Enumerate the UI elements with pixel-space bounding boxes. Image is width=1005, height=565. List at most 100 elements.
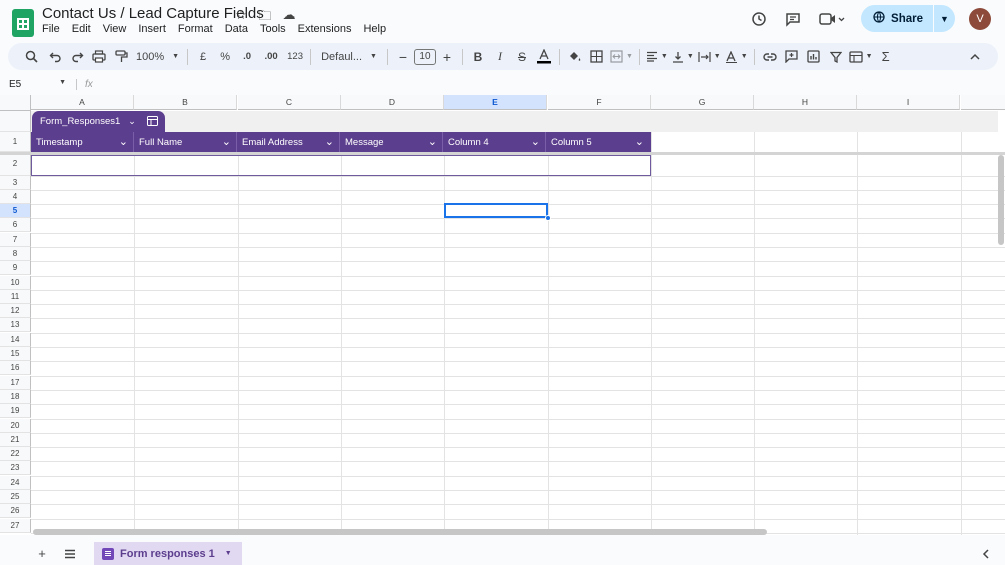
- share-main[interactable]: Share: [861, 5, 933, 32]
- filter-icon[interactable]: [825, 46, 847, 68]
- redo-icon[interactable]: [66, 46, 88, 68]
- table-empty-row[interactable]: [31, 155, 651, 176]
- column-header-c[interactable]: C: [238, 95, 341, 110]
- text-wrapping-icon[interactable]: ▼: [696, 46, 723, 68]
- menu-tools[interactable]: Tools: [260, 23, 286, 35]
- row-header-4[interactable]: 4: [0, 190, 31, 204]
- column-header-a[interactable]: A: [31, 95, 134, 110]
- table-menu-chevron-icon[interactable]: ⌄: [128, 116, 136, 127]
- sheet-tab-dropdown-icon[interactable]: ▼: [225, 550, 232, 557]
- table-column-header[interactable]: Email Address ⌄: [237, 132, 340, 152]
- row-header-17[interactable]: 17: [0, 376, 31, 390]
- row-header-3[interactable]: 3: [0, 176, 31, 190]
- column-dropdown-chevron-icon[interactable]: ⌄: [531, 137, 540, 148]
- functions-icon[interactable]: Σ: [875, 46, 897, 68]
- table-column-header[interactable]: Column 5 ⌄: [546, 132, 649, 152]
- document-title[interactable]: Contact Us / Lead Capture Fields: [42, 5, 264, 22]
- increase-font-size-icon[interactable]: +: [436, 46, 458, 68]
- undo-icon[interactable]: [44, 46, 66, 68]
- table-column-header[interactable]: Full Name ⌄: [134, 132, 237, 152]
- row-header-6[interactable]: 6: [0, 218, 31, 232]
- share-button[interactable]: Share ▼: [861, 5, 955, 32]
- percent-format-button[interactable]: %: [214, 46, 236, 68]
- insert-comment-icon[interactable]: [781, 46, 803, 68]
- menu-help[interactable]: Help: [363, 23, 386, 35]
- merge-cells-icon[interactable]: ▼: [608, 46, 635, 68]
- fill-color-icon[interactable]: [564, 46, 586, 68]
- column-dropdown-chevron-icon[interactable]: ⌄: [635, 137, 644, 148]
- row-header-22[interactable]: 22: [0, 447, 31, 461]
- insert-link-icon[interactable]: [759, 46, 781, 68]
- comments-icon[interactable]: [783, 9, 803, 29]
- menu-view[interactable]: View: [103, 23, 127, 35]
- text-color-icon[interactable]: [533, 46, 555, 68]
- more-formats-button[interactable]: 123: [284, 46, 306, 68]
- avatar[interactable]: V: [969, 7, 991, 30]
- menu-format[interactable]: Format: [178, 23, 213, 35]
- table-column-header[interactable]: Message ⌄: [340, 132, 443, 152]
- zoom-select[interactable]: 100% ▼: [132, 46, 183, 68]
- row-header-2[interactable]: 2: [0, 152, 31, 176]
- increase-decimal-button[interactable]: .00: [260, 46, 282, 68]
- row-header-9[interactable]: 9: [0, 261, 31, 275]
- font-size-field[interactable]: 10: [413, 46, 436, 68]
- text-rotation-icon[interactable]: ▼: [723, 46, 750, 68]
- selected-cell[interactable]: [444, 203, 548, 218]
- vertical-align-icon[interactable]: ▼: [670, 46, 696, 68]
- menu-insert[interactable]: Insert: [138, 23, 166, 35]
- meet-call-icon[interactable]: [817, 9, 847, 29]
- row-header-26[interactable]: 26: [0, 504, 31, 518]
- row-header-12[interactable]: 12: [0, 304, 31, 318]
- column-header-e[interactable]: E: [444, 95, 547, 110]
- sheets-logo-icon[interactable]: [12, 9, 34, 37]
- menu-edit[interactable]: Edit: [72, 23, 91, 35]
- row-header-20[interactable]: 20: [0, 419, 31, 433]
- row-header-21[interactable]: 21: [0, 433, 31, 447]
- horizontal-scrollbar[interactable]: [33, 529, 767, 535]
- table-view-icon[interactable]: ▼: [847, 46, 875, 68]
- row-header-15[interactable]: 15: [0, 347, 31, 361]
- row-header-18[interactable]: 18: [0, 390, 31, 404]
- currency-format-button[interactable]: £: [192, 46, 214, 68]
- print-icon[interactable]: [88, 46, 110, 68]
- table-view-icon[interactable]: [140, 113, 164, 129]
- add-sheet-icon[interactable]: +: [32, 544, 52, 564]
- bold-icon[interactable]: B: [467, 46, 489, 68]
- menu-data[interactable]: Data: [225, 23, 248, 35]
- column-dropdown-chevron-icon[interactable]: ⌄: [222, 137, 231, 148]
- collapse-toolbar-icon[interactable]: [964, 46, 986, 68]
- formula-input[interactable]: [93, 76, 1005, 92]
- row-header-23[interactable]: 23: [0, 461, 31, 475]
- column-header-i[interactable]: I: [857, 95, 960, 110]
- row-header-13[interactable]: 13: [0, 318, 31, 332]
- column-dropdown-chevron-icon[interactable]: ⌄: [325, 137, 334, 148]
- row-header-10[interactable]: 10: [0, 276, 31, 290]
- strikethrough-icon[interactable]: S: [511, 46, 533, 68]
- column-header-b[interactable]: B: [134, 95, 237, 110]
- decrease-font-size-icon[interactable]: −: [392, 46, 414, 68]
- row-header-25[interactable]: 25: [0, 490, 31, 504]
- share-dropdown-icon[interactable]: ▼: [933, 5, 955, 32]
- row-header-5[interactable]: 5: [0, 204, 31, 218]
- spreadsheet-grid[interactable]: 1 2 3 4 5 6 7 8 9 10 11 12 13 14 15 16 17 18 19 20 21 22 23 24 2…: [0, 95, 1005, 535]
- name-box[interactable]: E5 ▼: [0, 79, 70, 90]
- table-column-header[interactable]: Column 4 ⌄: [443, 132, 546, 152]
- select-all-corner[interactable]: [0, 95, 31, 111]
- font-select[interactable]: Defaul... ▼: [315, 46, 383, 68]
- column-header-g[interactable]: G: [651, 95, 754, 110]
- italic-icon[interactable]: I: [489, 46, 511, 68]
- vertical-scrollbar[interactable]: [998, 155, 1004, 245]
- row-header-1[interactable]: 1: [0, 132, 31, 152]
- column-header-h[interactable]: H: [754, 95, 857, 110]
- row-header-11[interactable]: 11: [0, 290, 31, 304]
- insert-chart-icon[interactable]: [803, 46, 825, 68]
- row-header-24[interactable]: 24: [0, 476, 31, 490]
- row-header-19[interactable]: 19: [0, 404, 31, 418]
- row-header-16[interactable]: 16: [0, 361, 31, 375]
- row-header-8[interactable]: 8: [0, 247, 31, 261]
- row-header-14[interactable]: 14: [0, 333, 31, 347]
- column-header-d[interactable]: D: [341, 95, 444, 110]
- all-sheets-icon[interactable]: [60, 544, 80, 564]
- menu-file[interactable]: File: [42, 23, 60, 35]
- column-dropdown-chevron-icon[interactable]: ⌄: [119, 137, 128, 148]
